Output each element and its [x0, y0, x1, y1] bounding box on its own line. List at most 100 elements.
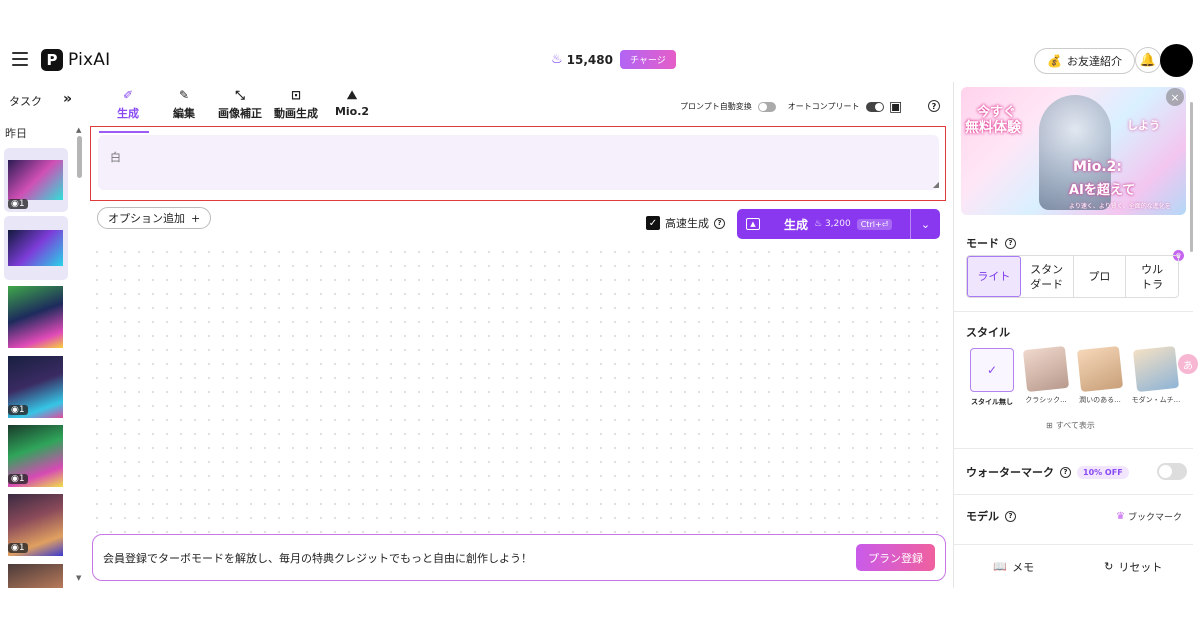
tab-label: 編集 — [173, 107, 195, 120]
money-bag-icon: 💰 — [1047, 54, 1062, 68]
bookmark-label: ブックマーク — [1127, 513, 1182, 523]
logo-mark: P — [41, 49, 63, 71]
task-sidebar: タスク » 昨日 ▲ ▼ ◉1 ◉1 ◉1 ◉1 — [0, 82, 88, 588]
tab-mio2[interactable]: ⛰ Mio.2 — [324, 88, 380, 121]
plan-register-button[interactable]: プラン登録 — [856, 544, 935, 571]
help-icon[interactable]: ? — [928, 100, 940, 112]
show-all-styles[interactable]: ⊞ すべて表示 — [1046, 420, 1095, 431]
credit-balance: ♨ 15,480 チャージ — [551, 50, 676, 69]
task-item[interactable] — [4, 284, 68, 348]
mode-selector: ライト スタン ダード プロ ウル トラ — [966, 255, 1179, 298]
bell-icon[interactable]: 🔔 — [1135, 47, 1161, 73]
tab-label: 画像補正 — [218, 107, 262, 120]
translate-icon[interactable]: あ — [1178, 354, 1198, 374]
mode-option-pro[interactable]: プロ — [1074, 256, 1127, 297]
divider — [954, 494, 1193, 495]
scroll-up-icon[interactable]: ▲ — [76, 126, 81, 134]
grid-icon: ⊞ — [1046, 421, 1053, 430]
invite-friends-button[interactable]: 💰 お友達紹介 — [1034, 48, 1135, 74]
generate-shortcut: Ctrl+⏎ — [856, 218, 893, 230]
prompt-convert-toggle[interactable] — [757, 101, 776, 112]
tab-image-enhance[interactable]: ⤡ 画像補正 — [212, 88, 268, 121]
prompt-input[interactable] — [98, 135, 939, 190]
mode-option-standard[interactable]: スタン ダード — [1021, 256, 1074, 297]
banner-text: 無料体験 — [965, 120, 1021, 136]
close-icon[interactable]: × — [1166, 88, 1184, 106]
task-item[interactable]: ◉1 — [4, 492, 68, 556]
enhance-icon: ⤡ — [235, 88, 245, 102]
task-count-badge: ◉1 — [8, 405, 28, 415]
promo-bar: 会員登録でターボモードを解放し、毎月の特典クレジットでもっと自由に創作しよう！ … — [92, 534, 946, 581]
tab-label: 動画生成 — [274, 107, 318, 120]
watermark-toggle[interactable] — [1157, 463, 1187, 480]
tab-video-generate[interactable]: ⊡ 動画生成 — [268, 88, 324, 121]
scroll-thumb[interactable] — [77, 136, 82, 178]
task-item[interactable]: ◉1 — [4, 423, 68, 487]
task-item[interactable] — [4, 562, 68, 588]
autocomplete-label: オートコンプリート — [787, 102, 860, 111]
logo-text: PixAI — [68, 50, 111, 70]
add-option-button[interactable]: オプション追加 + — [97, 207, 212, 229]
help-icon[interactable]: ? — [1060, 466, 1071, 478]
app-header: P PixAI ♨ 15,480 チャージ 💰 お友達紹介 🔔 — [0, 40, 1200, 82]
pencil-icon: ✎ — [178, 88, 190, 102]
generate-button[interactable]: ▲ 生成 ♨ 3,200 Ctrl+⏎ ⌄ — [737, 209, 940, 239]
style-name: モダン・ムチ... — [1131, 396, 1181, 404]
collapse-sidebar-icon[interactable]: » — [63, 91, 72, 107]
style-thumbnail — [1132, 345, 1180, 393]
panel-scrollbar[interactable] — [1190, 102, 1193, 252]
invite-label: お友達紹介 — [1066, 55, 1122, 68]
sidebar-scrollbar[interactable]: ▲ ▼ — [76, 126, 82, 582]
tool-tabs: ✐ 生成 ✎ 編集 ⤡ 画像補正 ⊡ 動画生成 ⛰ Mio.2 — [100, 88, 380, 121]
resize-grip-icon[interactable]: ◢ — [933, 180, 939, 189]
style-option-classic[interactable]: クラシック... — [1020, 345, 1072, 405]
reset-button[interactable]: ↻ リセット — [1074, 559, 1194, 575]
reset-icon: ↻ — [1104, 560, 1114, 573]
style-option-moist[interactable]: 潤いのある... — [1074, 345, 1126, 405]
bookmark-button[interactable]: ♛ ブックマーク — [1116, 510, 1182, 523]
mode-label: モード ? — [966, 235, 1016, 251]
style-label: スタイル — [966, 326, 1010, 339]
watermark-row: ウォーターマーク ? 10% OFF — [966, 464, 1129, 480]
generate-cost: ♨ 3,200 — [814, 219, 851, 229]
help-icon[interactable]: ? — [714, 217, 725, 229]
tab-edit[interactable]: ✎ 編集 — [156, 88, 212, 121]
help-icon[interactable]: ? — [1005, 237, 1016, 249]
banner-text: AIを超えて — [1069, 183, 1136, 198]
fast-generate-checkbox[interactable]: ✓ — [646, 216, 660, 230]
generate-label: 生成 — [784, 217, 809, 232]
style-option-modern[interactable]: モダン・ムチ... — [1130, 345, 1182, 405]
task-item[interactable] — [4, 216, 68, 280]
style-name: 潤いのある... — [1079, 396, 1121, 404]
fast-generate-label: 高速生成 — [665, 217, 709, 230]
show-all-label: すべて表示 — [1055, 421, 1095, 430]
divider — [954, 311, 1193, 312]
video-icon: ⊡ — [290, 88, 302, 102]
help-icon[interactable]: ? — [1005, 510, 1016, 522]
mode-option-light[interactable]: ライト — [967, 256, 1021, 297]
task-item[interactable]: ◉1 — [4, 148, 68, 212]
task-count-badge: ◉1 — [8, 543, 28, 553]
promo-banner[interactable]: 今すぐ 無料体験 しよう Mio.2: AIを超えて より速く、より賢く。全面的… — [961, 87, 1186, 215]
style-option-none[interactable]: ✓ スタイル無し — [966, 348, 1018, 407]
prompt-toggles: プロンプト自動変換 オートコンプリート — [680, 101, 884, 112]
task-title: タスク — [9, 95, 42, 108]
task-item[interactable]: ◉1 — [4, 354, 68, 418]
avatar[interactable] — [1160, 44, 1193, 77]
memo-button[interactable]: 📖 メモ — [954, 559, 1074, 575]
tab-generate[interactable]: ✐ 生成 — [100, 88, 156, 121]
logo[interactable]: P PixAI — [41, 49, 110, 71]
layout-icon[interactable]: ▣ — [889, 99, 902, 115]
chevron-down-icon[interactable]: ⌄ — [910, 209, 940, 239]
generate-main[interactable]: ▲ 生成 ♨ 3,200 Ctrl+⏎ — [737, 209, 910, 239]
mode-option-ultra[interactable]: ウル トラ — [1126, 256, 1178, 297]
task-count-badge: ◉1 — [8, 199, 28, 209]
menu-icon[interactable] — [12, 52, 28, 66]
task-thumbnail — [8, 230, 63, 266]
charge-button[interactable]: チャージ — [619, 50, 676, 69]
add-option-label: オプション追加 — [108, 212, 185, 225]
banner-text: しよう — [1127, 119, 1160, 132]
credit-icon: ♨ — [551, 52, 563, 67]
scroll-down-icon[interactable]: ▼ — [76, 574, 81, 582]
autocomplete-toggle[interactable] — [865, 101, 884, 112]
